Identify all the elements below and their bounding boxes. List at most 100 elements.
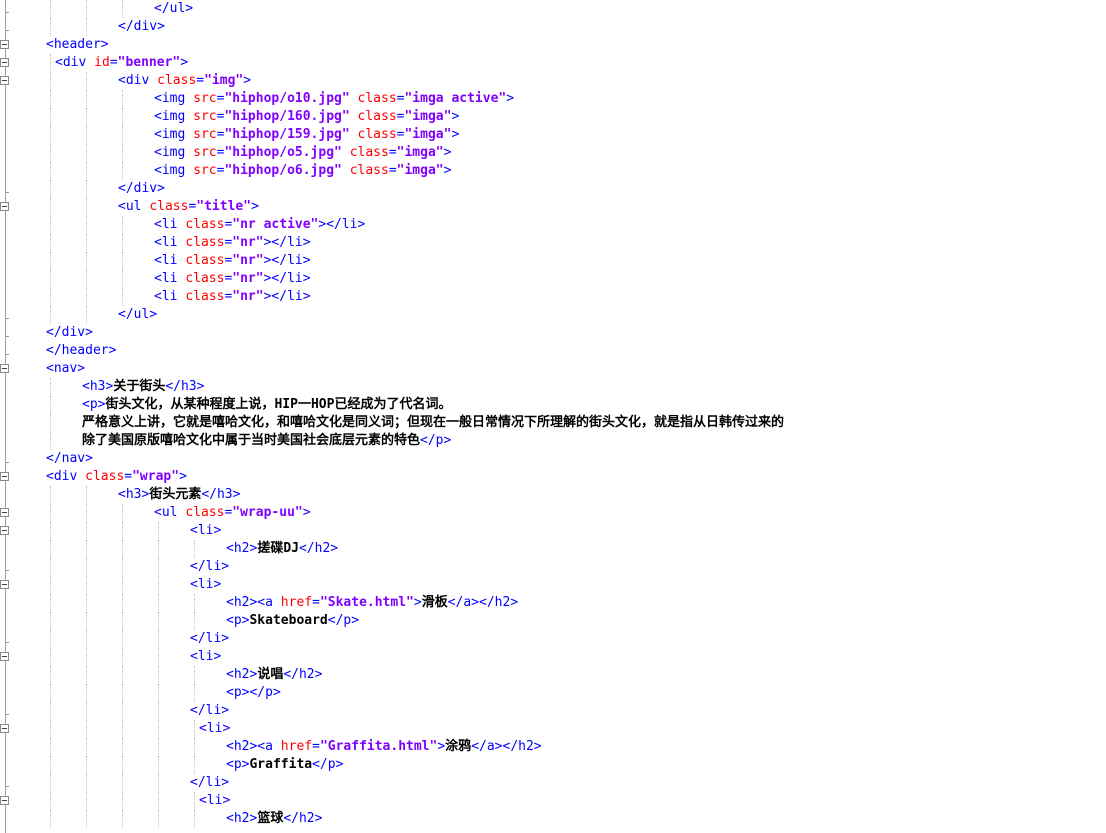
code-token-tag: = [196, 73, 205, 88]
code-line[interactable]: <h2>篮球</h2> [226, 810, 322, 828]
code-area[interactable]: </ul> </div> <header> <div id="benner"> <div… [10, 0, 1106, 833]
fold-toggle-icon[interactable] [0, 76, 9, 85]
code-line[interactable]: <div class="img"> [118, 72, 251, 90]
code-line[interactable]: <p>Skateboard</p> [226, 612, 359, 630]
fold-toggle-icon[interactable] [0, 652, 9, 661]
code-token-attr: class [185, 217, 225, 232]
code-line[interactable]: <li> [199, 792, 230, 810]
indent-guide [50, 486, 51, 504]
code-line[interactable]: </li> [190, 702, 229, 720]
fold-end-marker [5, 714, 9, 715]
code-line[interactable]: <li class="nr"></li> [154, 234, 311, 252]
code-editor[interactable]: </ul> </div> <header> <div id="benner"> <div… [0, 0, 1106, 833]
fold-end-marker [5, 12, 9, 13]
code-token-val: "Skate.html" [319, 595, 414, 610]
code-line[interactable]: </div> [118, 18, 165, 36]
code-token-text: 搓碟DJ [257, 541, 299, 556]
code-token-tag: <p> [82, 397, 106, 412]
code-token-tag: </div> [118, 19, 165, 34]
fold-toggle-icon[interactable] [0, 58, 9, 67]
fold-toggle-icon[interactable] [0, 364, 9, 373]
fold-toggle-icon[interactable] [0, 472, 9, 481]
code-line[interactable]: <li class="nr"></li> [154, 288, 311, 306]
code-token-tag: <p> [226, 613, 250, 628]
code-line[interactable]: </nav> [46, 450, 93, 468]
code-line[interactable]: <h2><a href="Graffita.html">涂鸦</a></h2> [226, 738, 542, 756]
code-line[interactable]: </ul> [154, 0, 193, 18]
code-token-tag: <h2> [226, 667, 258, 682]
indent-guide [50, 126, 51, 144]
fold-toggle-icon[interactable] [0, 40, 9, 49]
indent-guide [158, 738, 159, 756]
code-token-tag: </p> [327, 613, 360, 628]
indent-guide [86, 252, 87, 270]
indent-guide [86, 576, 87, 594]
code-line[interactable]: <li class="nr active"></li> [154, 216, 365, 234]
fold-toggle-icon[interactable] [0, 580, 9, 589]
code-line[interactable]: <div class="wrap"> [46, 468, 187, 486]
code-line[interactable]: </ul> [118, 306, 157, 324]
code-line[interactable]: </div> [46, 324, 93, 342]
code-token-tag: <h3> [82, 379, 114, 394]
indent-guide [194, 684, 195, 702]
code-line[interactable]: <h2>搓碟DJ</h2> [226, 540, 338, 558]
code-line[interactable]: 严格意义上讲，它就是嘻哈文化，和嘻哈文化是同义词；但现在一般日常情况下所理解的街… [82, 414, 784, 432]
indent-guide [86, 90, 87, 108]
code-line[interactable]: <p>街头文化，从某种程度上说，HIP一HOP已经成为了代名词。 [82, 396, 451, 414]
code-line[interactable]: <h3>关于街头</h3> [82, 378, 204, 396]
indent-guide [122, 810, 123, 828]
code-line[interactable]: <img src="hiphop/o5.jpg" class="imga"> [154, 144, 451, 162]
fold-end-marker [5, 192, 9, 193]
fold-toggle-icon[interactable] [0, 508, 9, 517]
code-line[interactable]: <img src="hiphop/159.jpg" class="imga"> [154, 126, 459, 144]
indent-guide [86, 198, 87, 216]
code-line[interactable]: <li> [190, 576, 221, 594]
code-line[interactable]: <img src="hiphop/o10.jpg" class="imga ac… [154, 90, 514, 108]
code-line[interactable]: <li> [199, 720, 230, 738]
code-token-val: "imga" [404, 109, 452, 124]
fold-toggle-icon[interactable] [0, 796, 9, 805]
indent-guide [50, 756, 51, 774]
code-line[interactable]: <ul class="title"> [118, 198, 259, 216]
code-line[interactable]: <nav> [46, 360, 85, 378]
indent-guide [86, 270, 87, 288]
code-token-attr: class [185, 253, 225, 268]
indent-guide [86, 72, 87, 90]
code-line[interactable]: </li> [190, 558, 229, 576]
code-line[interactable]: <li> [190, 522, 221, 540]
code-line[interactable]: <p>Graffita</p> [226, 756, 343, 774]
code-line[interactable]: <li> [190, 648, 221, 666]
code-line[interactable]: 除了美国原版嘻哈文化中属于当时美国社会底层元素的特色</p> [82, 432, 451, 450]
code-line[interactable]: <h3>街头元素</h3> [118, 486, 240, 504]
code-token-tag: </div> [46, 325, 93, 340]
indent-guide [122, 702, 123, 720]
indent-guide [194, 612, 195, 630]
code-token-tag: > [413, 595, 422, 610]
indent-guide [86, 486, 87, 504]
code-token-tag: </div> [118, 181, 165, 196]
code-line[interactable]: <ul class="wrap-uu"> [154, 504, 311, 522]
fold-toggle-icon[interactable] [0, 724, 9, 733]
code-line[interactable]: </li> [190, 774, 229, 792]
code-line[interactable]: <li class="nr"></li> [154, 270, 311, 288]
code-token-tag: ></li> [318, 217, 366, 232]
indent-guide [50, 198, 51, 216]
indent-guide [122, 756, 123, 774]
code-line[interactable]: </li> [190, 630, 229, 648]
code-line[interactable]: <img src="hiphop/160.jpg" class="imga"> [154, 108, 459, 126]
indent-guide [50, 18, 51, 36]
code-line[interactable]: <img src="hiphop/o6.jpg" class="imga"> [154, 162, 451, 180]
code-line[interactable]: <div id="benner"> [55, 54, 188, 72]
fold-toggle-icon[interactable] [0, 526, 9, 535]
code-line[interactable]: </div> [118, 180, 165, 198]
code-line[interactable]: <h2>说唱</h2> [226, 666, 322, 684]
code-line[interactable]: <p></p> [226, 684, 281, 702]
code-line[interactable]: <header> [46, 36, 109, 54]
indent-guide [86, 594, 87, 612]
indent-guide [50, 108, 51, 126]
fold-toggle-icon[interactable] [0, 202, 9, 211]
indent-guide [86, 216, 87, 234]
code-line[interactable]: <li class="nr"></li> [154, 252, 311, 270]
code-line[interactable]: <h2><a href="Skate.html">滑板</a></h2> [226, 594, 518, 612]
code-line[interactable]: </header> [46, 342, 116, 360]
